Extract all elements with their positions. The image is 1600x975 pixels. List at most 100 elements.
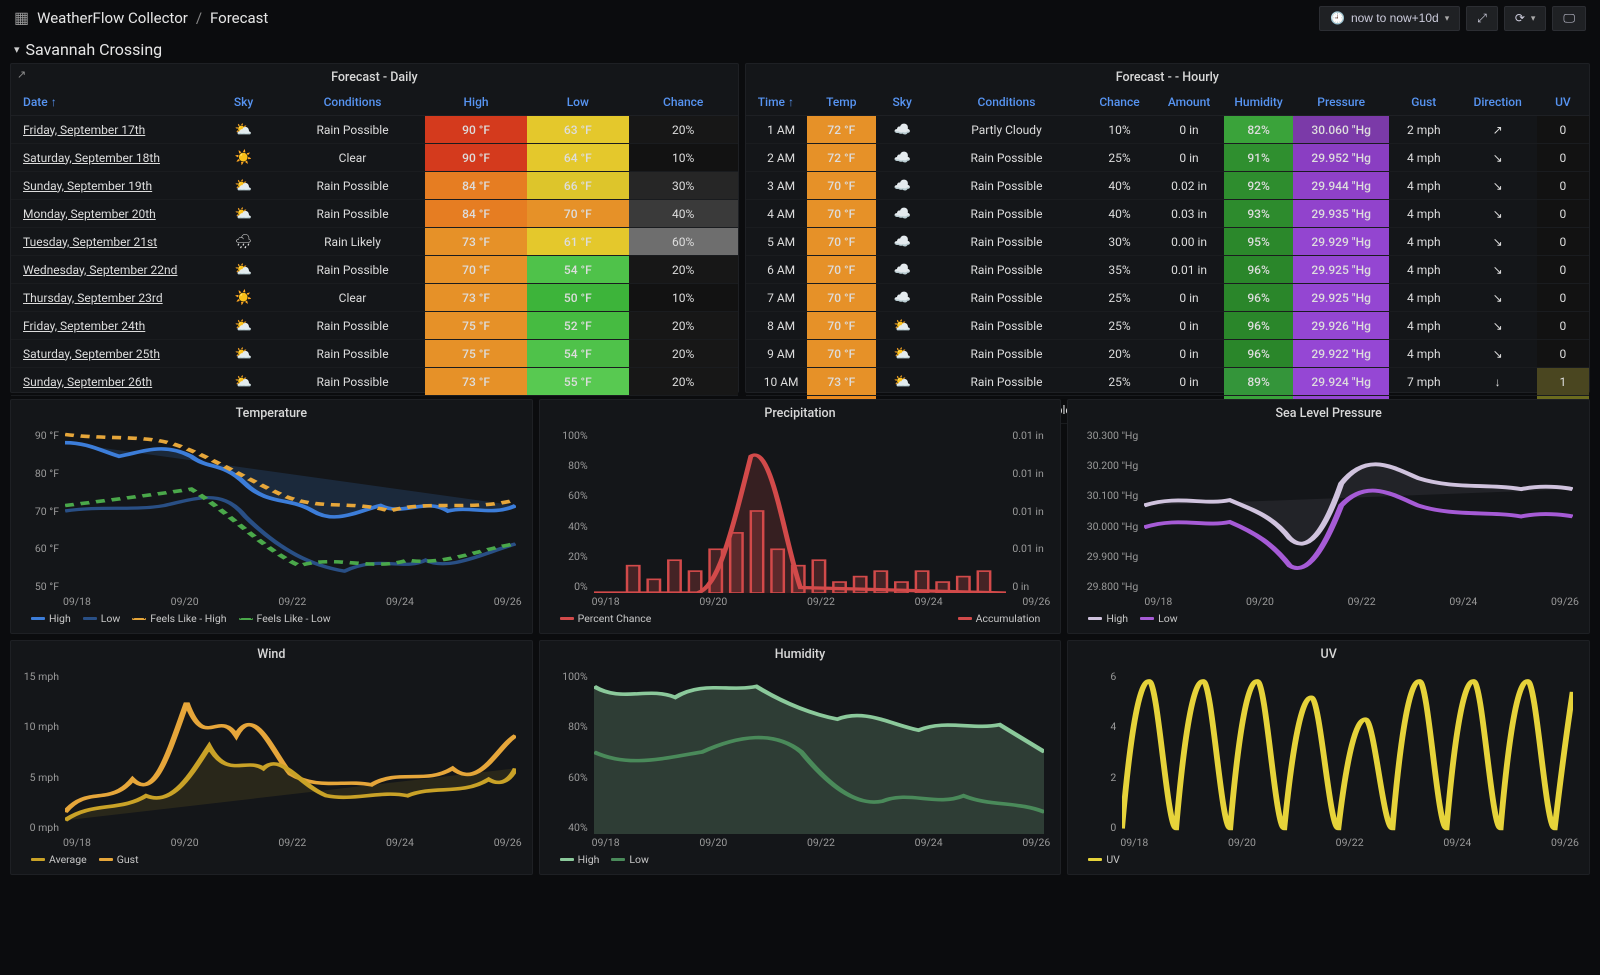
legend-item[interactable]: Low: [1140, 612, 1178, 625]
column-header[interactable]: Direction: [1459, 89, 1537, 116]
table-row: 5 AM70 °F☁️Rain Possible30%0.00 in95%29.…: [746, 228, 1589, 256]
column-header[interactable]: Humidity: [1224, 89, 1294, 116]
dashboard-grid-icon[interactable]: ▦: [14, 10, 29, 26]
chance-cell: 20%: [629, 340, 738, 368]
date-cell[interactable]: Tuesday, September 21st: [11, 228, 207, 256]
low-temp-cell: 52 °F: [527, 312, 629, 340]
date-cell[interactable]: Friday, September 24th: [11, 312, 207, 340]
date-cell[interactable]: Friday, September 17th: [11, 116, 207, 144]
panel-title: UV: [1068, 641, 1589, 666]
sky-icon: ☁️: [876, 256, 928, 284]
legend-item[interactable]: UV: [1088, 853, 1120, 866]
legend-item[interactable]: High: [31, 612, 71, 625]
column-header[interactable]: Date ↑: [11, 89, 207, 116]
chance-cell: 20%: [1085, 340, 1155, 368]
column-header[interactable]: Pressure: [1293, 89, 1389, 116]
uv-cell: 0: [1537, 312, 1589, 340]
table-row: Sunday, September 26th⛅Rain Possible73 °…: [11, 368, 738, 396]
chevron-down-icon: ▾: [14, 43, 20, 56]
breadcrumb-page[interactable]: Forecast: [210, 9, 268, 27]
legend-item[interactable]: Gust: [99, 853, 139, 866]
legend-item[interactable]: Percent Chance: [560, 612, 652, 625]
humidity-cell: 95%: [1224, 228, 1294, 256]
chance-cell: 25%: [1085, 368, 1155, 396]
humidity-cell: 96%: [1224, 284, 1294, 312]
time-cell: 9 AM: [746, 340, 807, 368]
humidity-cell: 93%: [1224, 200, 1294, 228]
high-temp-cell: 90 °F: [425, 144, 527, 172]
column-header[interactable]: Sky: [876, 89, 928, 116]
amount-cell: 0.03 in: [1154, 200, 1224, 228]
column-header[interactable]: Amount: [1154, 89, 1224, 116]
time-cell: 8 AM: [746, 312, 807, 340]
column-header[interactable]: Conditions: [280, 89, 425, 116]
refresh-icon: ⟳: [1515, 11, 1525, 25]
date-cell[interactable]: Saturday, September 25th: [11, 340, 207, 368]
conditions-cell: Rain Possible: [928, 312, 1084, 340]
date-cell[interactable]: Monday, September 20th: [11, 200, 207, 228]
date-cell[interactable]: Thursday, September 23rd: [11, 284, 207, 312]
wind-chart[interactable]: 15 mph10 mph5 mph0 mph: [21, 670, 522, 834]
pressure-cell: 29.935 "Hg: [1293, 200, 1389, 228]
column-header[interactable]: Gust: [1389, 89, 1459, 116]
sky-icon: ☀️: [207, 284, 280, 312]
sky-icon: ☁️: [876, 200, 928, 228]
chance-cell: 40%: [1085, 172, 1155, 200]
panel-title: Wind: [11, 641, 532, 666]
precipitation-chart[interactable]: 100%80%60%40%20%0% 0.01 in0.01 in0.01 in…: [550, 429, 1051, 593]
legend-item[interactable]: Average: [31, 853, 87, 866]
pressure-cell: 29.952 "Hg: [1293, 144, 1389, 172]
legend-item[interactable]: High: [1088, 612, 1128, 625]
refresh-button[interactable]: ⟳▾: [1504, 6, 1547, 31]
conditions-cell: Rain Possible: [928, 200, 1084, 228]
chance-cell: 25%: [1085, 144, 1155, 172]
column-header[interactable]: Time ↑: [746, 89, 807, 116]
humidity-chart[interactable]: 100%80%60%40%: [550, 670, 1051, 834]
humidity-chart-panel: Humidity 100%80%60%40% 09/1809/2009/2209…: [539, 640, 1062, 875]
legend-item[interactable]: Feels Like - High: [132, 612, 226, 625]
uv-chart[interactable]: 6420: [1078, 670, 1579, 834]
legend-item[interactable]: Low: [611, 853, 649, 866]
column-header[interactable]: Sky: [207, 89, 280, 116]
column-header[interactable]: Conditions: [928, 89, 1084, 116]
column-header[interactable]: Chance: [629, 89, 738, 116]
sky-icon: ⛅: [876, 368, 928, 396]
date-cell[interactable]: Saturday, September 18th: [11, 144, 207, 172]
high-temp-cell: 73 °F: [425, 368, 527, 396]
temperature-chart[interactable]: 90 °F80 °F70 °F60 °F50 °F: [21, 429, 522, 593]
external-link-icon[interactable]: ↗: [17, 68, 26, 81]
gust-cell: 7 mph: [1389, 368, 1459, 396]
column-header[interactable]: High: [425, 89, 527, 116]
date-cell[interactable]: Sunday, September 19th: [11, 172, 207, 200]
conditions-cell: Partly Cloudy: [928, 116, 1084, 144]
chance-cell: 40%: [1085, 200, 1155, 228]
amount-cell: 0 in: [1154, 368, 1224, 396]
pressure-cell: 30.060 "Hg: [1293, 116, 1389, 144]
tv-mode-button[interactable]: 🖵: [1552, 6, 1586, 31]
legend-item[interactable]: Low: [83, 612, 121, 625]
column-header[interactable]: Low: [527, 89, 629, 116]
time-range-picker[interactable]: 🕘 now to now+10d ▾: [1319, 6, 1460, 31]
gust-cell: 4 mph: [1389, 172, 1459, 200]
conditions-cell: Clear: [280, 144, 425, 172]
temp-cell: 70 °F: [807, 172, 877, 200]
breadcrumb-group[interactable]: WeatherFlow Collector: [37, 9, 188, 27]
chance-cell: 10%: [629, 144, 738, 172]
date-cell[interactable]: Wednesday, September 22nd: [11, 256, 207, 284]
row-title: Savannah Crossing: [26, 40, 163, 59]
column-header[interactable]: Chance: [1085, 89, 1155, 116]
sky-icon: ⛅: [207, 368, 280, 396]
row-header[interactable]: ▾ Savannah Crossing: [0, 36, 1600, 63]
column-header[interactable]: Temp: [807, 89, 877, 116]
date-cell[interactable]: Sunday, September 26th: [11, 368, 207, 396]
table-row: 8 AM70 °F⛅Rain Possible25%0 in96%29.926 …: [746, 312, 1589, 340]
column-header[interactable]: UV: [1537, 89, 1589, 116]
low-temp-cell: 63 °F: [527, 116, 629, 144]
legend-item[interactable]: Feels Like - Low: [239, 612, 331, 625]
zoom-out-button[interactable]: ⤢: [1466, 6, 1498, 31]
sky-icon: ☁️: [876, 172, 928, 200]
legend-item[interactable]: High: [560, 853, 600, 866]
pressure-chart[interactable]: 30.300 "Hg30.200 "Hg30.100 "Hg30.000 "Hg…: [1078, 429, 1579, 593]
pressure-cell: 29.925 "Hg: [1293, 256, 1389, 284]
legend-item[interactable]: Accumulation: [958, 612, 1041, 625]
